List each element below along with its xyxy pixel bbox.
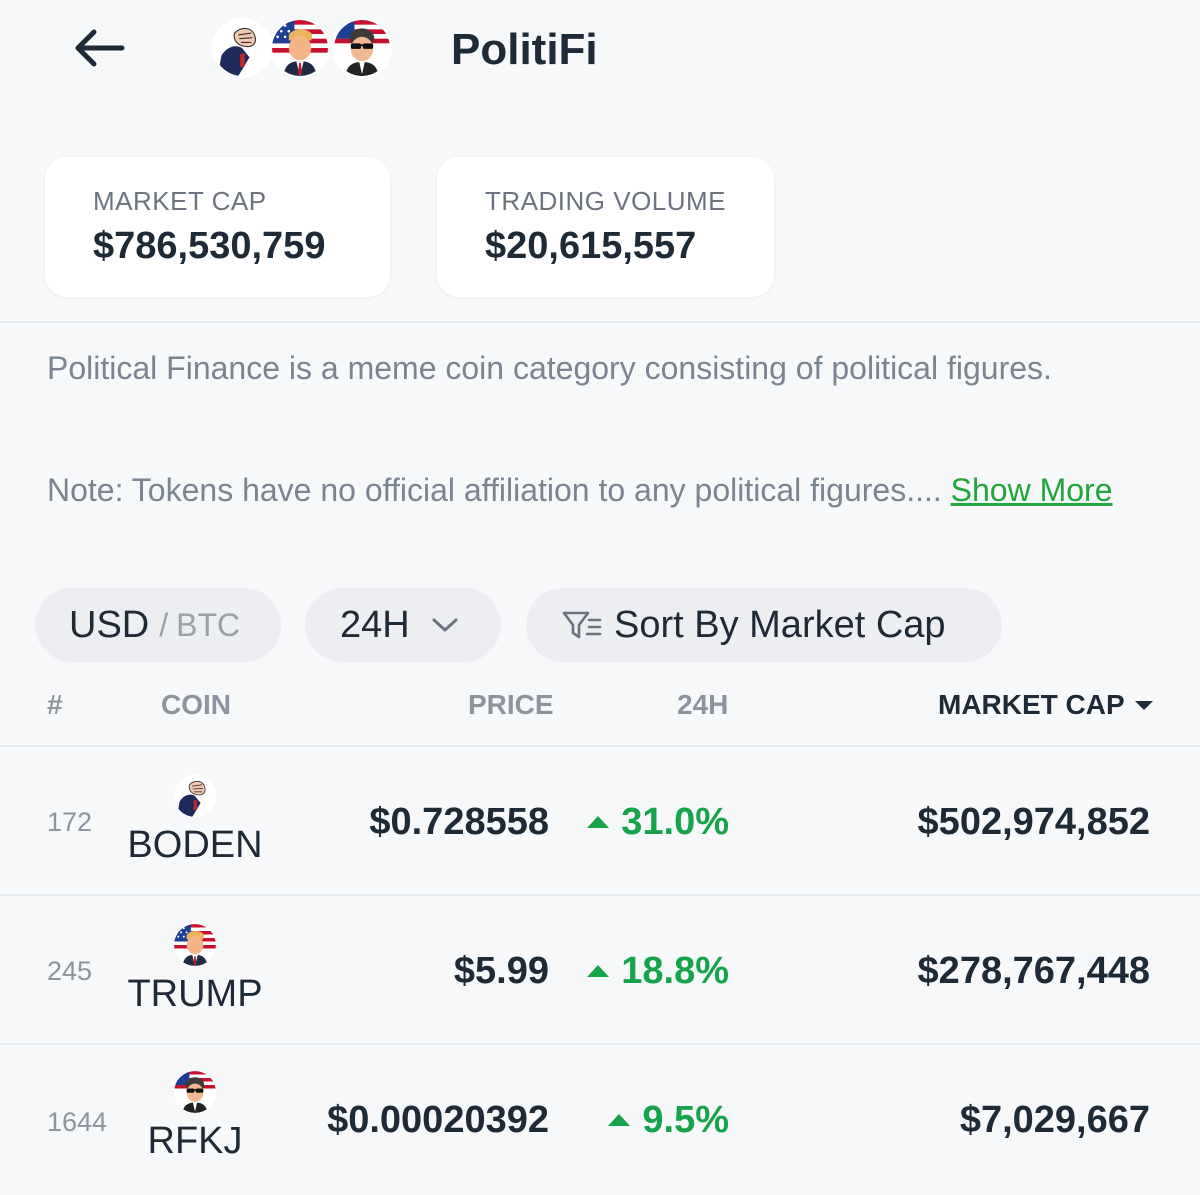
column-header-coin[interactable]: COIN: [161, 688, 231, 722]
coin-24h-change: 18.8%: [587, 948, 729, 994]
trading-volume-card: TRADING VOLUME $20,615,557: [437, 157, 774, 297]
caret-up-icon: [608, 1114, 631, 1126]
market-cap-value: $786,530,759: [93, 225, 326, 267]
coin-market-cap: $7,029,667: [959, 1099, 1150, 1141]
trump-avatar: [270, 18, 330, 78]
coin-symbol: RFKJ: [147, 1120, 243, 1162]
currency-separator: /: [159, 606, 169, 643]
column-header-24h[interactable]: 24H: [677, 688, 728, 722]
sort-label: Sort By Market Cap: [614, 603, 946, 646]
market-cap-label: MARKET CAP: [93, 186, 267, 216]
coin-symbol: TRUMP: [127, 973, 263, 1015]
currency-usd[interactable]: USD: [69, 604, 149, 647]
sort-button[interactable]: Sort By Market Cap: [526, 588, 1002, 662]
back-button[interactable]: [66, 22, 130, 74]
rfkj-avatar: [332, 18, 392, 78]
timeframe-dropdown[interactable]: 24H: [305, 588, 501, 662]
table-row[interactable]: 172 BODEN $0.728558 31.0% $502,974,852: [0, 747, 1200, 897]
timeframe-value: 24H: [340, 603, 410, 646]
column-header-market-cap[interactable]: MARKET CAP: [938, 688, 1155, 722]
caret-up-icon: [587, 816, 610, 828]
table-row[interactable]: 1644 RFKJ $0.00020392 9.5% $7,029,667: [0, 1045, 1200, 1195]
coin-price: $0.00020392: [327, 1099, 549, 1141]
currency-btc[interactable]: BTC: [176, 607, 240, 644]
show-more-link[interactable]: Show More: [951, 472, 1113, 508]
category-note: Note: Tokens have no official affiliatio…: [47, 470, 1157, 511]
chevron-down-icon: [432, 618, 458, 632]
caret-up-icon: [587, 965, 610, 977]
column-header-price[interactable]: PRICE: [468, 688, 554, 722]
change-value: 9.5%: [642, 1099, 729, 1141]
coin-24h-change: 31.0%: [587, 799, 729, 845]
boden-coin-icon: [174, 775, 216, 817]
change-value: 31.0%: [621, 801, 729, 843]
coin-rank: 245: [47, 956, 93, 986]
currency-toggle[interactable]: USD / BTC: [35, 588, 281, 662]
boden-avatar: [212, 18, 272, 78]
coin-24h-change: 9.5%: [608, 1097, 729, 1143]
market-cap-card: MARKET CAP $786,530,759: [45, 157, 390, 297]
table-row[interactable]: 245 TRUMP $5.99 18.8% $278,767,448: [0, 896, 1200, 1046]
coin-price: $5.99: [453, 950, 549, 992]
note-text: Note: Tokens have no official affiliatio…: [47, 472, 942, 508]
column-header-rank[interactable]: #: [47, 688, 63, 722]
trump-coin-icon: [174, 924, 216, 966]
divider: [0, 321, 1200, 323]
sort-filter-icon: [562, 611, 602, 639]
coin-price: $0.728558: [369, 801, 549, 843]
change-value: 18.8%: [621, 950, 729, 992]
trading-volume-value: $20,615,557: [485, 225, 697, 267]
coin-symbol: BODEN: [127, 824, 263, 866]
trading-volume-label: TRADING VOLUME: [485, 186, 727, 216]
market-cap-header-label: MARKET CAP: [938, 689, 1125, 720]
arrow-left-icon: [75, 29, 125, 67]
page-title: PolitiFi: [451, 25, 598, 74]
coin-market-cap: $502,974,852: [917, 801, 1150, 843]
category-description: Political Finance is a meme coin categor…: [47, 350, 1052, 386]
coin-market-cap: $278,767,448: [917, 950, 1150, 992]
rfkj-coin-icon: [174, 1071, 216, 1113]
coin-rank: 172: [47, 807, 93, 837]
sort-desc-icon: [1134, 701, 1153, 710]
page-header: PolitiFi: [0, 0, 1200, 110]
